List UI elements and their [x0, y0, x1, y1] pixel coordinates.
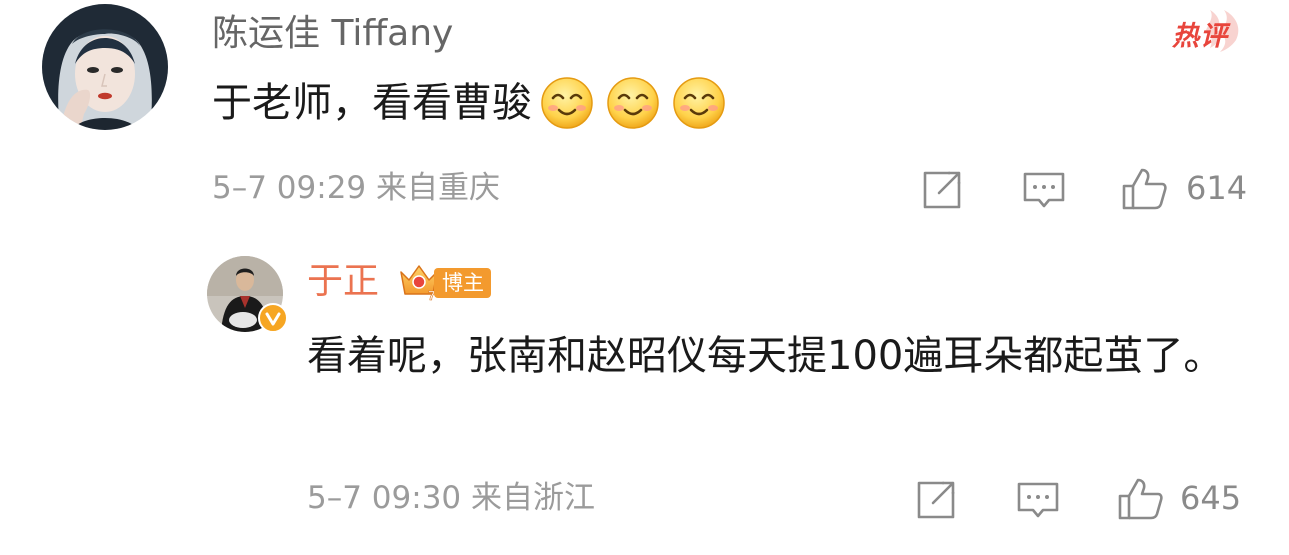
- reply-text: 看着呢，张南和赵昭仪每天提100遍耳朵都起茧了。: [307, 333, 1224, 379]
- commenter-username[interactable]: 陈运佳 Tiffany: [212, 10, 453, 58]
- comment-icon[interactable]: [1016, 478, 1060, 522]
- comment-body: 于老师，看看曹骏: [212, 80, 532, 126]
- replier-username[interactable]: 于正: [307, 258, 379, 306]
- blogger-tag: 博主: [434, 268, 491, 298]
- verified-icon: [258, 303, 288, 333]
- comment-timestamp: 5–7 09:29: [212, 170, 367, 206]
- like-count: 645: [1180, 479, 1242, 517]
- share-icon[interactable]: [920, 168, 964, 212]
- reply-meta: 5–7 09:30 来自浙江: [307, 478, 595, 518]
- share-icon[interactable]: [914, 478, 958, 522]
- comment-text: 于老师，看看曹骏: [212, 74, 738, 132]
- reply-timestamp: 5–7 09:30: [307, 480, 462, 516]
- like-icon[interactable]: [1116, 476, 1164, 522]
- hot-comment-badge: 热评: [1160, 6, 1248, 56]
- hot-comment-label: 热评: [1172, 21, 1228, 52]
- smile-emoji: [541, 77, 593, 129]
- reply-location: 来自浙江: [471, 480, 595, 516]
- comment-location: 来自重庆: [376, 170, 500, 206]
- like-count: 614: [1186, 169, 1248, 207]
- smile-emoji: [673, 77, 725, 129]
- like-icon[interactable]: [1120, 166, 1168, 212]
- emoji-group: [540, 76, 738, 130]
- commenter-avatar[interactable]: [42, 4, 168, 130]
- comment-icon[interactable]: [1022, 168, 1066, 212]
- comment-meta: 5–7 09:29 来自重庆: [212, 168, 500, 208]
- smile-emoji: [607, 77, 659, 129]
